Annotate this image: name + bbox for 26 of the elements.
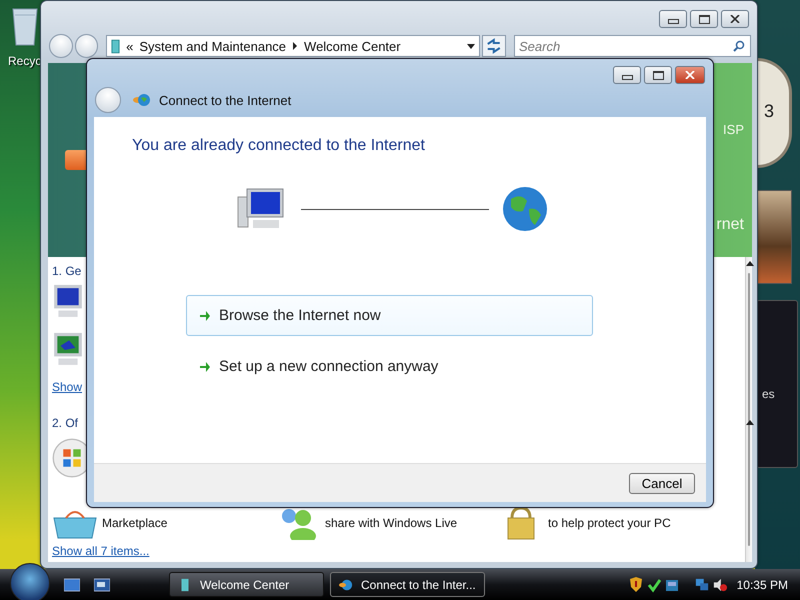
search-field[interactable]: Search [514,35,751,57]
address-bar[interactable]: « System and Maintenance Welcome Center [106,35,480,57]
banner-text: rnet [716,216,744,234]
cancel-button[interactable]: Cancel [629,472,695,494]
section-heading: 1. Ge [52,264,82,278]
item-label[interactable]: to help protect your PC [548,516,671,530]
show-link[interactable]: Show [52,380,82,394]
breadcrumb-overflow[interactable]: « [126,38,134,54]
option-link[interactable]: Set up a new connection anyway [186,346,593,387]
taskbar-button[interactable]: Welcome Center [169,572,324,597]
section-heading: 2. Of [52,416,78,430]
dialog-heading: You are already connected to the Internet [132,137,426,155]
feed-gadget[interactable]: es [756,300,798,468]
dialog-title: Connect to the Internet [159,92,292,108]
item-label[interactable]: Marketplace [102,516,168,530]
banner-text: ISP [723,122,744,137]
show-all-link[interactable]: Show all 7 items... [52,544,150,558]
option-link[interactable]: Browse the Internet now [186,295,593,336]
item-label[interactable]: share with Windows Live [325,516,458,530]
breadcrumb-item[interactable]: Welcome Center [304,38,401,54]
feed-text: es [762,387,775,401]
breadcrumb-item[interactable]: System and Maintenance [139,38,286,54]
clock-numeral: 3 [764,101,774,122]
taskbar-clock[interactable]: 10:35 PM [736,578,788,592]
taskbar-button[interactable]: Connect to the Inter... [330,572,485,597]
desktop-icon-label[interactable]: Recyc [8,54,42,68]
